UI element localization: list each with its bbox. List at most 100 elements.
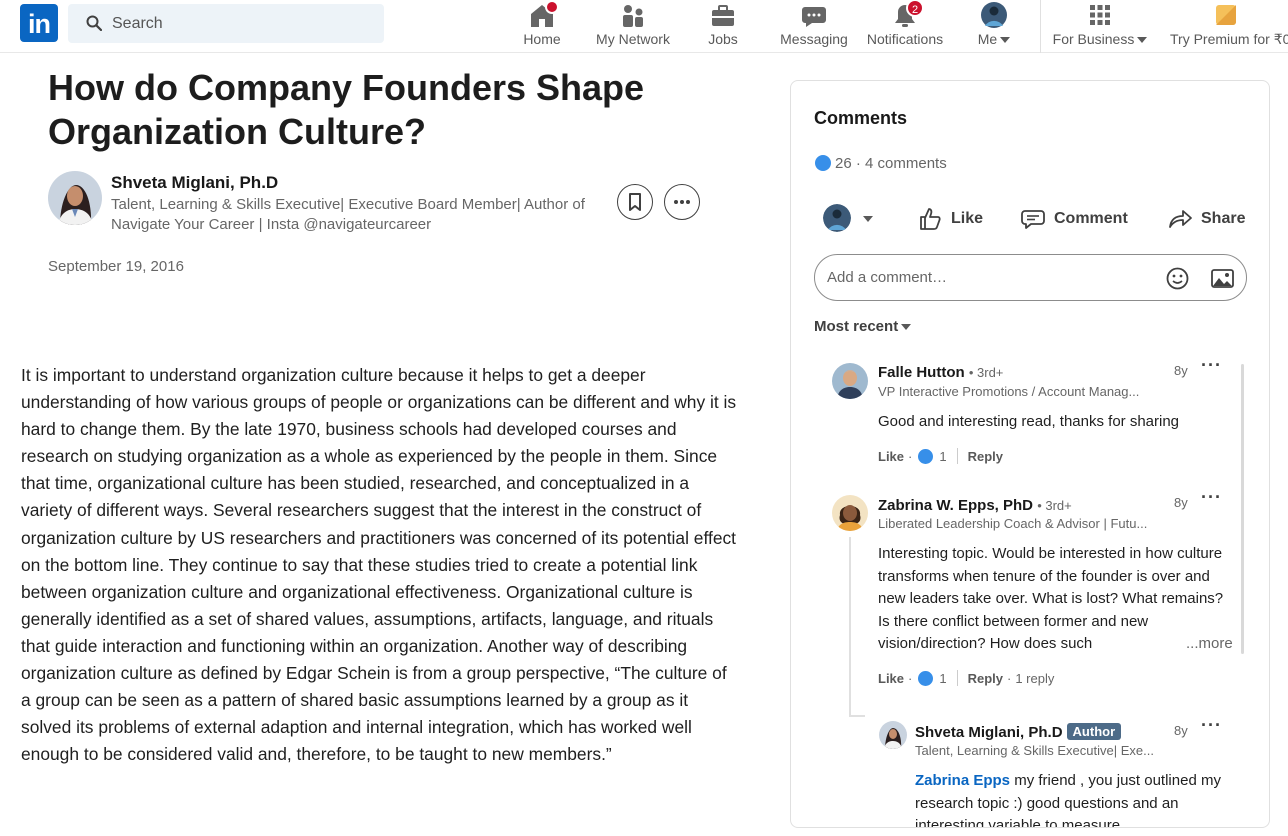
- commenter-avatar[interactable]: [832, 495, 868, 531]
- comment-more-icon[interactable]: ···: [1201, 487, 1222, 508]
- chevron-down-icon: [1000, 37, 1011, 44]
- reply-item: Shveta Miglani, Ph.D Author Talent, Learn…: [791, 719, 1241, 827]
- chevron-down-icon[interactable]: [863, 216, 873, 222]
- reactions-count[interactable]: 26 · 4 comments: [815, 155, 947, 172]
- nav-for-business-label: For Business: [1050, 31, 1150, 47]
- comment-time: 8y: [1174, 363, 1188, 378]
- top-nav: in Home My Network Jobs Messaging 2 Noti…: [0, 0, 1288, 53]
- nav-messaging-label: Messaging: [780, 31, 848, 47]
- user-avatar-icon: [823, 204, 851, 232]
- nav-for-business[interactable]: For Business: [1050, 0, 1150, 53]
- bookmark-icon: [629, 193, 641, 211]
- comment-more-icon[interactable]: ···: [1201, 719, 1222, 736]
- search-input[interactable]: [112, 4, 372, 43]
- comment-actions: Like · 1 Reply · 1 reply: [878, 670, 1055, 686]
- social-actions: Like Comment Share: [791, 199, 1269, 239]
- messaging-icon: [802, 7, 826, 27]
- premium-icon: [1216, 5, 1236, 25]
- mention-link[interactable]: Zabrina Epps: [915, 772, 1010, 789]
- nav-home-label: Home: [523, 31, 561, 47]
- grid-icon: [1090, 5, 1110, 25]
- replies-count[interactable]: 1 reply: [1015, 671, 1054, 686]
- author-photo-icon: [48, 171, 102, 225]
- comment-label: Comment: [1054, 210, 1128, 227]
- comments-scrollbar[interactable]: [1241, 364, 1244, 654]
- nav-me-label: Me: [966, 31, 1022, 47]
- nav-jobs[interactable]: Jobs: [694, 0, 752, 53]
- add-comment-input[interactable]: [827, 255, 1147, 300]
- save-article-button[interactable]: [617, 184, 653, 220]
- search-box[interactable]: [68, 4, 384, 43]
- comment-button[interactable]: Comment: [1020, 203, 1128, 235]
- comment-icon: [1021, 210, 1045, 229]
- share-arrow-icon: [1169, 210, 1192, 228]
- linkedin-logo-icon[interactable]: in: [20, 4, 58, 42]
- nav-my-network[interactable]: My Network: [588, 0, 678, 53]
- nav-divider: [1040, 0, 1041, 53]
- article-body: It is important to understand organizati…: [21, 365, 737, 765]
- like-reaction-icon: [918, 670, 934, 686]
- add-comment-box[interactable]: [814, 254, 1247, 301]
- notifications-badge: 2: [906, 0, 924, 17]
- comment-like-button[interactable]: Like: [878, 449, 904, 464]
- like-button[interactable]: Like: [917, 203, 983, 235]
- publish-date: September 19, 2016: [48, 258, 184, 275]
- commenter-headline: Liberated Leadership Coach & Advisor | F…: [878, 516, 1148, 531]
- comment-like-button[interactable]: Like: [878, 671, 904, 686]
- emoji-icon[interactable]: [1165, 266, 1190, 291]
- author-badge: Author: [1066, 723, 1122, 740]
- see-more-link[interactable]: ...more: [1180, 633, 1233, 656]
- commenter-avatar[interactable]: [879, 721, 907, 749]
- like-reaction-icon: [918, 448, 934, 464]
- commenter-name[interactable]: Zabrina W. Epps, PhD • 3rd+: [878, 497, 1072, 514]
- nav-home[interactable]: Home: [512, 0, 572, 53]
- comment-like-count[interactable]: 1: [939, 449, 946, 464]
- comment-more-icon[interactable]: ···: [1201, 355, 1222, 376]
- nav-jobs-label: Jobs: [708, 31, 738, 47]
- nav-my-network-label: My Network: [596, 31, 670, 47]
- sort-dropdown[interactable]: Most recent: [814, 318, 912, 335]
- nav-notifications[interactable]: 2 Notifications: [862, 0, 948, 53]
- people-icon: [623, 5, 643, 27]
- comment-actions: Like · 1 Reply: [878, 448, 1003, 464]
- like-label: Like: [951, 210, 984, 227]
- share-label: Share: [1201, 210, 1246, 227]
- commenter-name[interactable]: Shveta Miglani, Ph.D Author: [915, 723, 1122, 741]
- nav-try-premium[interactable]: Try Premium for ₹0: [1166, 0, 1288, 53]
- comment-text: Interesting topic. Would be interested i…: [878, 545, 1224, 652]
- comment-time: 8y: [1174, 495, 1188, 510]
- comment-reply-button[interactable]: Reply: [968, 671, 1003, 686]
- like-reaction-icon: [815, 155, 831, 171]
- search-icon: [86, 15, 102, 31]
- commenter-headline: Talent, Learning & Skills Executive| Exe…: [915, 743, 1154, 758]
- avatar: [981, 2, 1007, 28]
- commenter-avatar[interactable]: [832, 363, 868, 399]
- chevron-down-icon: [901, 324, 912, 331]
- author-photo-icon: [879, 721, 907, 749]
- nav-notifications-label: Notifications: [866, 31, 944, 47]
- comment-like-count[interactable]: 1: [939, 671, 946, 686]
- author-avatar[interactable]: [48, 171, 102, 225]
- more-options-button[interactable]: [664, 184, 700, 220]
- nav-try-premium-label: Try Premium for ₹0: [1170, 31, 1288, 47]
- share-button[interactable]: Share: [1167, 203, 1245, 235]
- thumbs-up-icon: [920, 208, 941, 230]
- comments-title: Comments: [814, 108, 908, 128]
- thread-connector: [849, 715, 865, 717]
- image-icon[interactable]: [1210, 266, 1235, 291]
- author-name[interactable]: Shveta Miglani, Ph.D: [111, 173, 278, 193]
- author-headline: Talent, Learning & Skills Executive| Exe…: [111, 196, 585, 233]
- article-title: How do Company Founders Shape Organizati…: [48, 67, 645, 152]
- comment-reply-button[interactable]: Reply: [968, 449, 1003, 464]
- home-dot-badge: [545, 0, 559, 14]
- commenter-photo-icon: [832, 495, 868, 531]
- commenter-name[interactable]: Falle Hutton • 3rd+: [878, 364, 1003, 381]
- ellipsis-icon: [674, 200, 690, 204]
- comment-time: 8y: [1174, 723, 1188, 738]
- avatar[interactable]: [823, 204, 851, 232]
- nav-messaging[interactable]: Messaging: [774, 0, 854, 53]
- comments-panel: Comments 26 · 4 comments Like Comment Sh…: [790, 80, 1270, 828]
- chevron-down-icon: [1137, 37, 1148, 44]
- nav-me[interactable]: Me: [966, 0, 1022, 53]
- comment-text: Good and interesting read, thanks for sh…: [878, 413, 1180, 430]
